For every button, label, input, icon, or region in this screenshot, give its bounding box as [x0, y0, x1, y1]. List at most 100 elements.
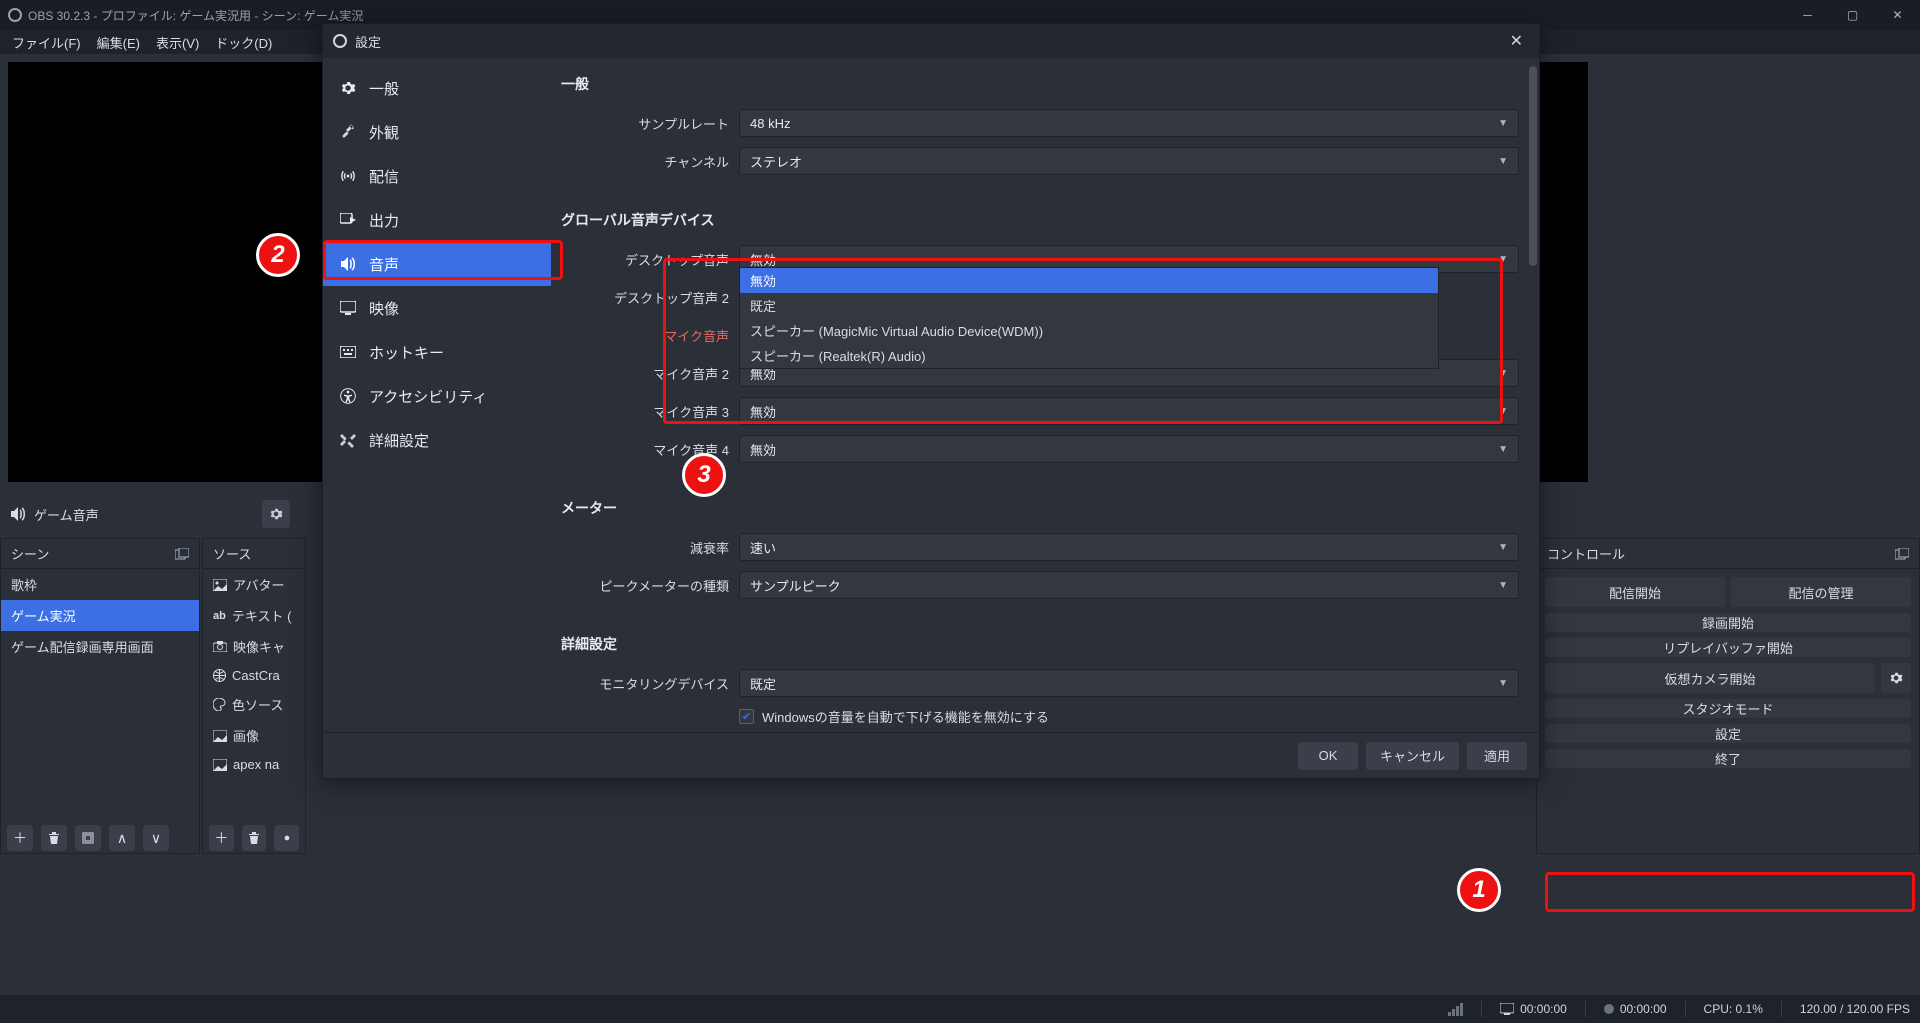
exit-button[interactable]: 終了 — [1545, 749, 1911, 768]
mixer-settings-button[interactable] — [262, 500, 290, 528]
start-replay-button[interactable]: リプレイバッファ開始 — [1545, 638, 1911, 657]
window-title: OBS 30.2.3 - プロファイル: ゲーム実況用 - シーン: ゲーム実況 — [28, 7, 363, 24]
decay-label: 減衰率 — [561, 538, 739, 557]
color-icon — [213, 698, 226, 711]
antenna-icon — [339, 167, 357, 185]
scene-filter-button[interactable] — [75, 825, 101, 851]
settings-content: 一般 サンプルレート 48 kHz▼ チャンネル ステレオ▼ グローバル音声デバ… — [551, 58, 1539, 732]
dropdown-option[interactable]: スピーカー (Realtek(R) Audio) — [740, 343, 1438, 368]
start-stream-button[interactable]: 配信開始 — [1545, 577, 1725, 607]
decay-select[interactable]: 速い▼ — [739, 533, 1519, 561]
scrollbar[interactable] — [1529, 66, 1537, 266]
dropdown-option[interactable]: 既定 — [740, 293, 1438, 318]
image-icon — [213, 579, 227, 591]
chevron-down-icon: ▼ — [1498, 118, 1508, 129]
add-source-button[interactable]: ＋ — [209, 825, 234, 851]
menu-dock[interactable]: ドック(D) — [207, 31, 280, 54]
minimize-button[interactable]: ─ — [1785, 0, 1830, 30]
modal-title: 設定 — [355, 32, 381, 51]
sidebar-item-accessibility[interactable]: アクセシビリティ — [323, 374, 551, 418]
scene-up-button[interactable]: ∧ — [109, 825, 135, 851]
sidebar-item-advanced[interactable]: 詳細設定 — [323, 418, 551, 462]
popout-icon[interactable] — [1895, 548, 1909, 560]
desktop1-label: デスクトップ音声 — [561, 250, 739, 269]
close-window-button[interactable]: ✕ — [1875, 0, 1920, 30]
start-record-button[interactable]: 録画開始 — [1545, 613, 1911, 632]
sources-dock: ソース アバター abテキスト ( 映像キャ CastCra 色ソース 画像 a… — [202, 538, 306, 854]
modal-titlebar: 設定 ✕ — [323, 24, 1539, 58]
sidebar-item-video[interactable]: 映像 — [323, 286, 551, 330]
chevron-down-icon: ▼ — [1498, 368, 1508, 379]
dropdown-option[interactable]: スピーカー (MagicMic Virtual Audio Device(WDM… — [740, 318, 1438, 343]
dropdown-option[interactable]: 無効 — [740, 268, 1438, 293]
sources-header: ソース — [213, 544, 251, 563]
modal-close-button[interactable]: ✕ — [1504, 29, 1529, 53]
sidebar-item-audio[interactable]: 音声 — [323, 242, 551, 286]
modal-footer: OK キャンセル 適用 — [323, 732, 1539, 778]
popout-icon[interactable] — [175, 548, 189, 560]
camera-icon — [213, 641, 227, 652]
desktop-audio-dropdown[interactable]: 無効 既定 スピーカー (MagicMic Virtual Audio Devi… — [739, 267, 1439, 369]
settings-modal: 設定 ✕ 一般 外観 配信 出力 音声 — [322, 23, 1540, 779]
sample-rate-select[interactable]: 48 kHz▼ — [739, 109, 1519, 137]
menu-edit[interactable]: 編集(E) — [89, 31, 148, 54]
fps-display: 120.00 / 120.00 FPS — [1800, 1002, 1910, 1016]
ducking-label: Windowsの音量を自動で下げる機能を無効にする — [762, 707, 1049, 726]
menu-view[interactable]: 表示(V) — [148, 31, 207, 54]
source-item[interactable]: apex na — [203, 751, 305, 778]
vcam-settings-button[interactable] — [1881, 663, 1911, 693]
annotation-badge: 3 — [682, 453, 726, 497]
output-icon — [339, 211, 357, 229]
source-item[interactable]: 画像 — [203, 720, 305, 751]
scene-item[interactable]: 歌枠 — [1, 569, 199, 600]
mic3-select[interactable]: 無効▼ — [739, 397, 1519, 425]
settings-button[interactable]: 設定 — [1545, 724, 1911, 743]
source-item[interactable]: アバター — [203, 569, 305, 600]
ok-button[interactable]: OK — [1298, 742, 1358, 770]
scene-item[interactable]: ゲーム実況 — [1, 600, 199, 631]
signal-icon — [1448, 1003, 1463, 1016]
source-item[interactable]: 色ソース — [203, 689, 305, 720]
source-props-button[interactable] — [274, 825, 299, 851]
tools-icon — [339, 431, 357, 449]
mic4-select[interactable]: 無効▼ — [739, 435, 1519, 463]
remove-source-button[interactable] — [242, 825, 267, 851]
speaker-icon — [339, 255, 357, 273]
display-icon — [339, 299, 357, 317]
desktop2-label: デスクトップ音声 2 — [561, 288, 739, 307]
apply-button[interactable]: 適用 — [1467, 742, 1527, 770]
mixer-strip: ゲーム音声 — [0, 494, 300, 534]
sidebar-item-stream[interactable]: 配信 — [323, 154, 551, 198]
source-item[interactable]: CastCra — [203, 662, 305, 689]
chevron-down-icon: ▼ — [1498, 542, 1508, 553]
chevron-down-icon: ▼ — [1498, 678, 1508, 689]
annotation-badge: 1 — [1457, 868, 1501, 912]
statusbar: 00:00:00 00:00:00 CPU: 0.1% 120.00 / 120… — [0, 995, 1920, 1023]
scene-item[interactable]: ゲーム配信録画専用画面 — [1, 631, 199, 662]
sidebar-item-appearance[interactable]: 外観 — [323, 110, 551, 154]
start-vcam-button[interactable]: 仮想カメラ開始 — [1545, 663, 1875, 693]
stream-time: 00:00:00 — [1500, 1002, 1567, 1016]
mic1-label: マイク音声 — [561, 326, 739, 345]
add-scene-button[interactable]: ＋ — [7, 825, 33, 851]
ducking-checkbox[interactable]: ✔ — [739, 709, 754, 724]
monitor-select[interactable]: 既定▼ — [739, 669, 1519, 697]
scene-down-button[interactable]: ∨ — [143, 825, 169, 851]
annotation-badge: 2 — [256, 233, 300, 277]
source-item[interactable]: 映像キャ — [203, 631, 305, 662]
menu-file[interactable]: ファイル(F) — [4, 31, 89, 54]
sidebar-item-output[interactable]: 出力 — [323, 198, 551, 242]
brush-icon — [339, 123, 357, 141]
channels-select[interactable]: ステレオ▼ — [739, 147, 1519, 175]
source-item[interactable]: abテキスト ( — [203, 600, 305, 631]
studio-mode-button[interactable]: スタジオモード — [1545, 699, 1911, 718]
cancel-button[interactable]: キャンセル — [1366, 742, 1459, 770]
chevron-down-icon: ▼ — [1498, 580, 1508, 591]
manage-stream-button[interactable]: 配信の管理 — [1731, 577, 1911, 607]
peak-type-select[interactable]: サンプルピーク▼ — [739, 571, 1519, 599]
sidebar-item-general[interactable]: 一般 — [323, 66, 551, 110]
obs-logo-icon — [333, 34, 347, 48]
maximize-button[interactable]: ▢ — [1830, 0, 1875, 30]
remove-scene-button[interactable] — [41, 825, 67, 851]
sidebar-item-hotkeys[interactable]: ホットキー — [323, 330, 551, 374]
